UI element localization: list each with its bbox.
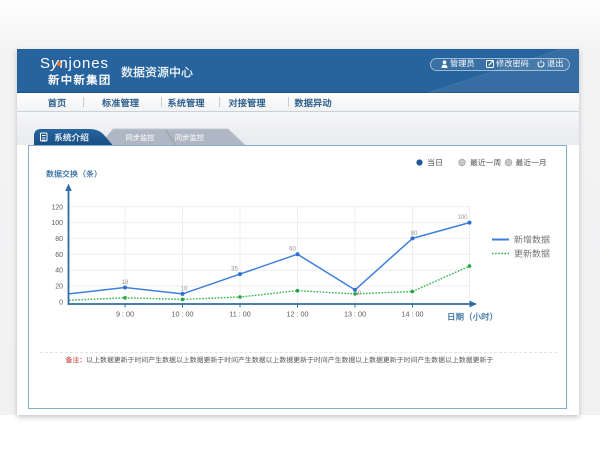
svg-text:40: 40 xyxy=(55,268,63,275)
svg-text:60: 60 xyxy=(55,252,63,259)
svg-text:18: 18 xyxy=(122,280,129,286)
svg-text:10: 10 xyxy=(355,291,362,297)
svg-text:100: 100 xyxy=(51,220,63,227)
svg-text:80: 80 xyxy=(55,236,63,243)
svg-text:14 : 00: 14 : 00 xyxy=(402,310,424,319)
svg-text:120: 120 xyxy=(51,204,63,211)
svg-text:20: 20 xyxy=(55,284,63,291)
svg-text:60: 60 xyxy=(289,247,296,253)
svg-text:35: 35 xyxy=(231,267,238,273)
svg-text:9 : 00: 9 : 00 xyxy=(116,310,134,319)
svg-text:0: 0 xyxy=(59,299,63,306)
svg-text:10: 10 xyxy=(181,286,188,292)
svg-text:13 : 00: 13 : 00 xyxy=(344,310,366,319)
svg-text:12 : 00: 12 : 00 xyxy=(287,310,309,319)
svg-text:80: 80 xyxy=(411,231,418,237)
svg-text:11 : 00: 11 : 00 xyxy=(229,310,250,319)
svg-text:100: 100 xyxy=(457,215,468,221)
svg-text:10 : 00: 10 : 00 xyxy=(172,310,194,319)
